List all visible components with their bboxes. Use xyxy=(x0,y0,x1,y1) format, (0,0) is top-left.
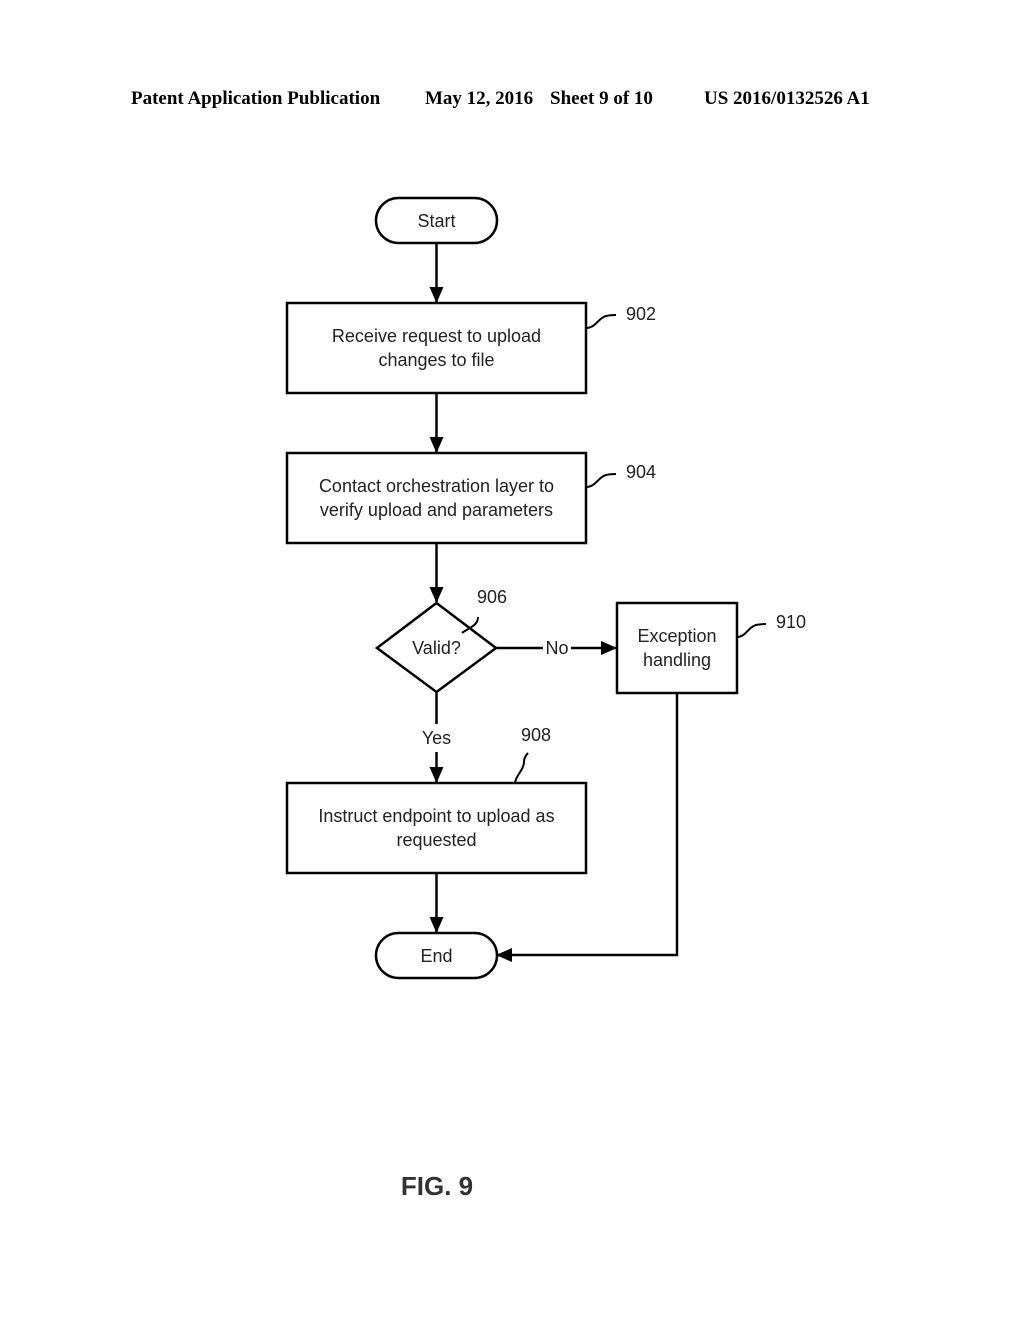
reference-number-910: 910 xyxy=(776,612,806,632)
reference-leader-910 xyxy=(736,623,767,638)
node-910-line-1: Exception xyxy=(637,626,716,646)
node-904-line-1: Contact orchestration layer to xyxy=(319,476,554,496)
edge-label-yes: Yes xyxy=(422,728,451,748)
reference-number-902: 902 xyxy=(626,304,656,324)
reference-leader-908 xyxy=(514,752,529,785)
node-904-line-2: verify upload and parameters xyxy=(320,500,553,520)
node-902-line-2: changes to file xyxy=(378,350,494,370)
figure-label: FIG. 9 xyxy=(401,1171,473,1201)
node-902-line-1: Receive request to upload xyxy=(332,326,541,346)
process-box-902 xyxy=(285,301,588,395)
reference-number-904: 904 xyxy=(626,462,656,482)
process-node-910: Exception handling 910 xyxy=(615,601,806,695)
process-node-904: Contact orchestration layer to verify up… xyxy=(285,451,656,545)
decision-label-906: Valid? xyxy=(412,638,461,658)
process-node-902: Receive request to upload changes to fil… xyxy=(285,301,656,395)
process-box-910 xyxy=(615,601,739,695)
end-label: End xyxy=(420,946,452,966)
start-node: Start xyxy=(374,196,499,245)
node-908-line-1: Instruct endpoint to upload as xyxy=(318,806,554,826)
reference-number-906: 906 xyxy=(477,587,507,607)
reference-leader-902 xyxy=(585,314,617,329)
process-box-908 xyxy=(285,781,588,875)
end-node: End xyxy=(374,931,499,980)
reference-leader-904 xyxy=(585,473,617,488)
edge-label-no: No xyxy=(545,638,568,658)
node-910-line-2: handling xyxy=(643,650,711,670)
reference-number-908: 908 xyxy=(521,725,551,745)
process-box-904 xyxy=(285,451,588,545)
decision-node-906: Valid? 906 xyxy=(374,587,507,694)
flowchart: Start Receive request to upload changes … xyxy=(285,196,806,1201)
start-label: Start xyxy=(417,211,455,231)
node-908-line-2: requested xyxy=(396,830,476,850)
